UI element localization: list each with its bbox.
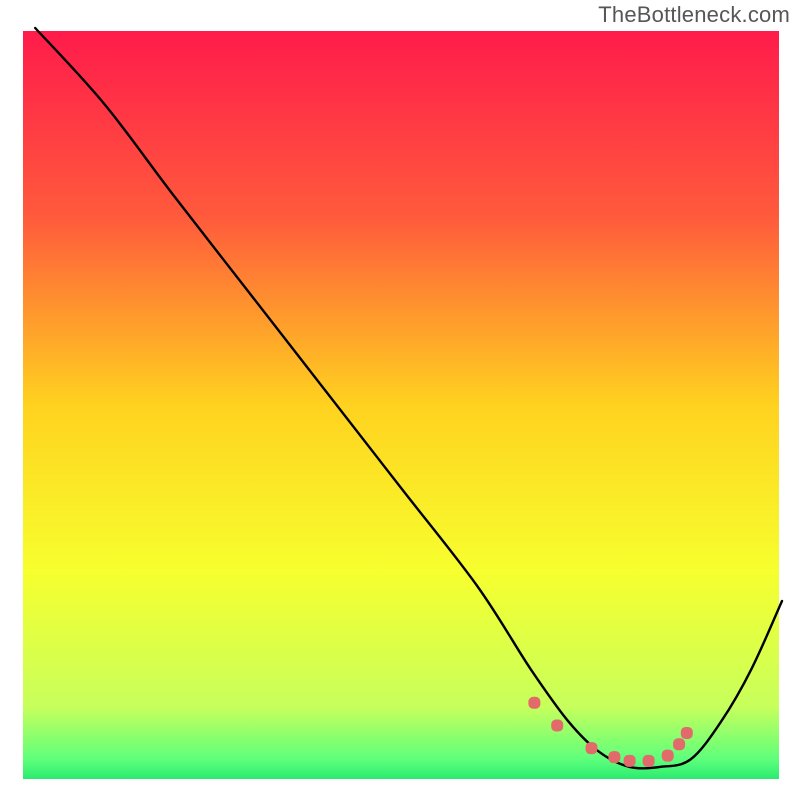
watermark-label: TheBottleneck.com — [598, 2, 790, 28]
marker-dot — [662, 750, 674, 762]
chart-frame: TheBottleneck.com — [0, 0, 800, 800]
marker-dot — [528, 697, 540, 709]
marker-dot — [643, 755, 655, 767]
marker-dot — [673, 738, 685, 750]
marker-dot — [551, 720, 563, 732]
bottleneck-chart — [0, 0, 800, 800]
marker-dot — [681, 727, 693, 739]
marker-dot — [624, 755, 636, 767]
marker-dot — [586, 742, 598, 754]
marker-dot — [608, 751, 620, 763]
